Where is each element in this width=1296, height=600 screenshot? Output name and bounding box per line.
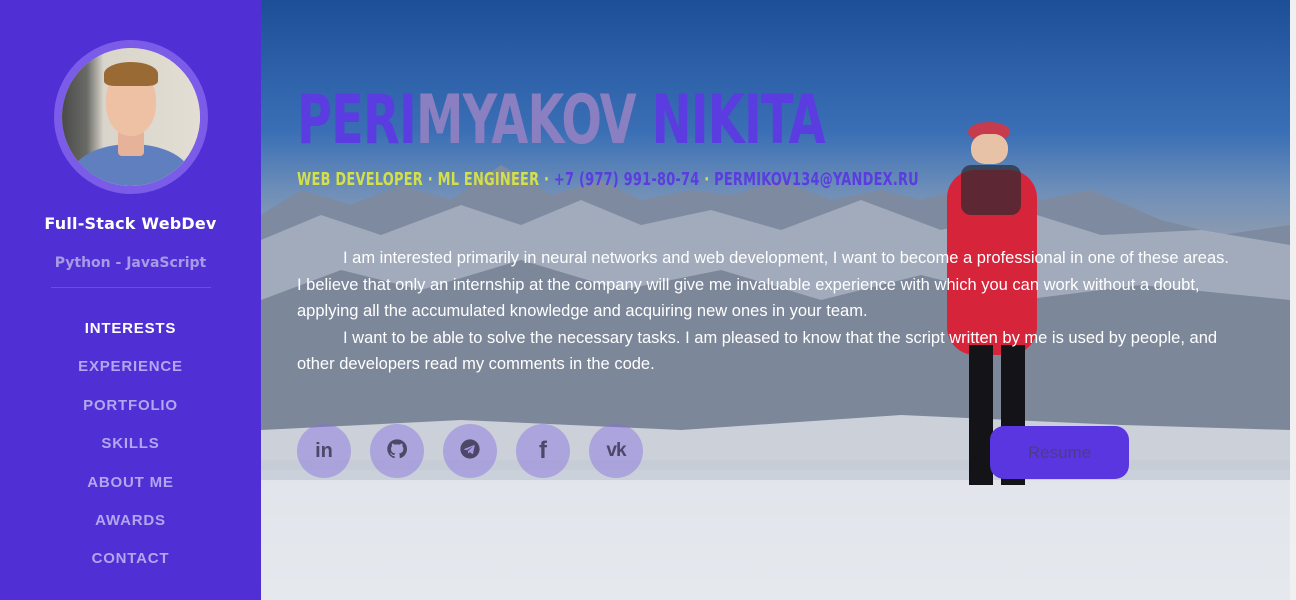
name-part-first: PERI bbox=[297, 81, 417, 160]
hero-section: PERIMYAKOV NIKITA WEB DEVELOPER · ML ENG… bbox=[261, 0, 1290, 600]
name-part-second: MYAKOV bbox=[415, 81, 637, 160]
hero-about: I am interested primarily in neural netw… bbox=[297, 245, 1237, 378]
vk-icon: vk bbox=[606, 440, 626, 461]
social-links: in f vk bbox=[297, 424, 643, 478]
sidebar-nav: INTERESTS EXPERIENCE PORTFOLIO SKILLS AB… bbox=[78, 310, 183, 579]
scrollbar[interactable] bbox=[1290, 0, 1296, 600]
hero-email[interactable]: PERMIKOV134@YANDEX.RU bbox=[714, 169, 919, 190]
profile-languages: Python - JavaScript bbox=[54, 255, 207, 271]
facebook-icon: f bbox=[539, 437, 547, 464]
about-paragraph-2: I want to be able to solve the necessary… bbox=[297, 328, 1218, 374]
hero-phone[interactable]: +7 (977) 991-80-74 bbox=[554, 169, 700, 190]
nav-item-awards[interactable]: AWARDS bbox=[78, 502, 183, 540]
nav-item-about-me[interactable]: ABOUT ME bbox=[78, 464, 183, 502]
hero-titles: WEB DEVELOPER · ML ENGINEER · bbox=[297, 169, 550, 190]
telegram-button[interactable] bbox=[443, 424, 497, 478]
name-part-last: NIKITA bbox=[651, 81, 826, 160]
hero-subline: WEB DEVELOPER · ML ENGINEER · +7 (977) 9… bbox=[297, 169, 919, 190]
facebook-button[interactable]: f bbox=[516, 424, 570, 478]
nav-item-contact[interactable]: CONTACT bbox=[78, 540, 183, 578]
github-button[interactable] bbox=[370, 424, 424, 478]
nav-item-experience[interactable]: EXPERIENCE bbox=[78, 348, 183, 386]
hero-name: PERIMYAKOV NIKITA bbox=[297, 80, 826, 162]
avatar-ring bbox=[53, 40, 208, 194]
nav-item-interests[interactable]: INTERESTS bbox=[78, 310, 183, 348]
sidebar-divider bbox=[50, 287, 211, 288]
nav-item-portfolio[interactable]: PORTFOLIO bbox=[78, 387, 183, 425]
resume-button[interactable]: Resume bbox=[990, 426, 1129, 479]
about-paragraph-1: I am interested primarily in neural netw… bbox=[297, 249, 1229, 320]
linkedin-icon: in bbox=[315, 439, 333, 462]
vk-button[interactable]: vk bbox=[589, 424, 643, 478]
github-icon bbox=[386, 438, 408, 465]
linkedin-button[interactable]: in bbox=[297, 424, 351, 478]
avatar bbox=[61, 48, 200, 186]
nav-item-skills[interactable]: SKILLS bbox=[78, 425, 183, 463]
sidebar: Full-Stack WebDev Python - JavaScript IN… bbox=[0, 0, 261, 600]
profile-role: Full-Stack WebDev bbox=[44, 214, 217, 233]
hero-separator: · bbox=[704, 169, 710, 190]
telegram-icon bbox=[459, 438, 481, 465]
